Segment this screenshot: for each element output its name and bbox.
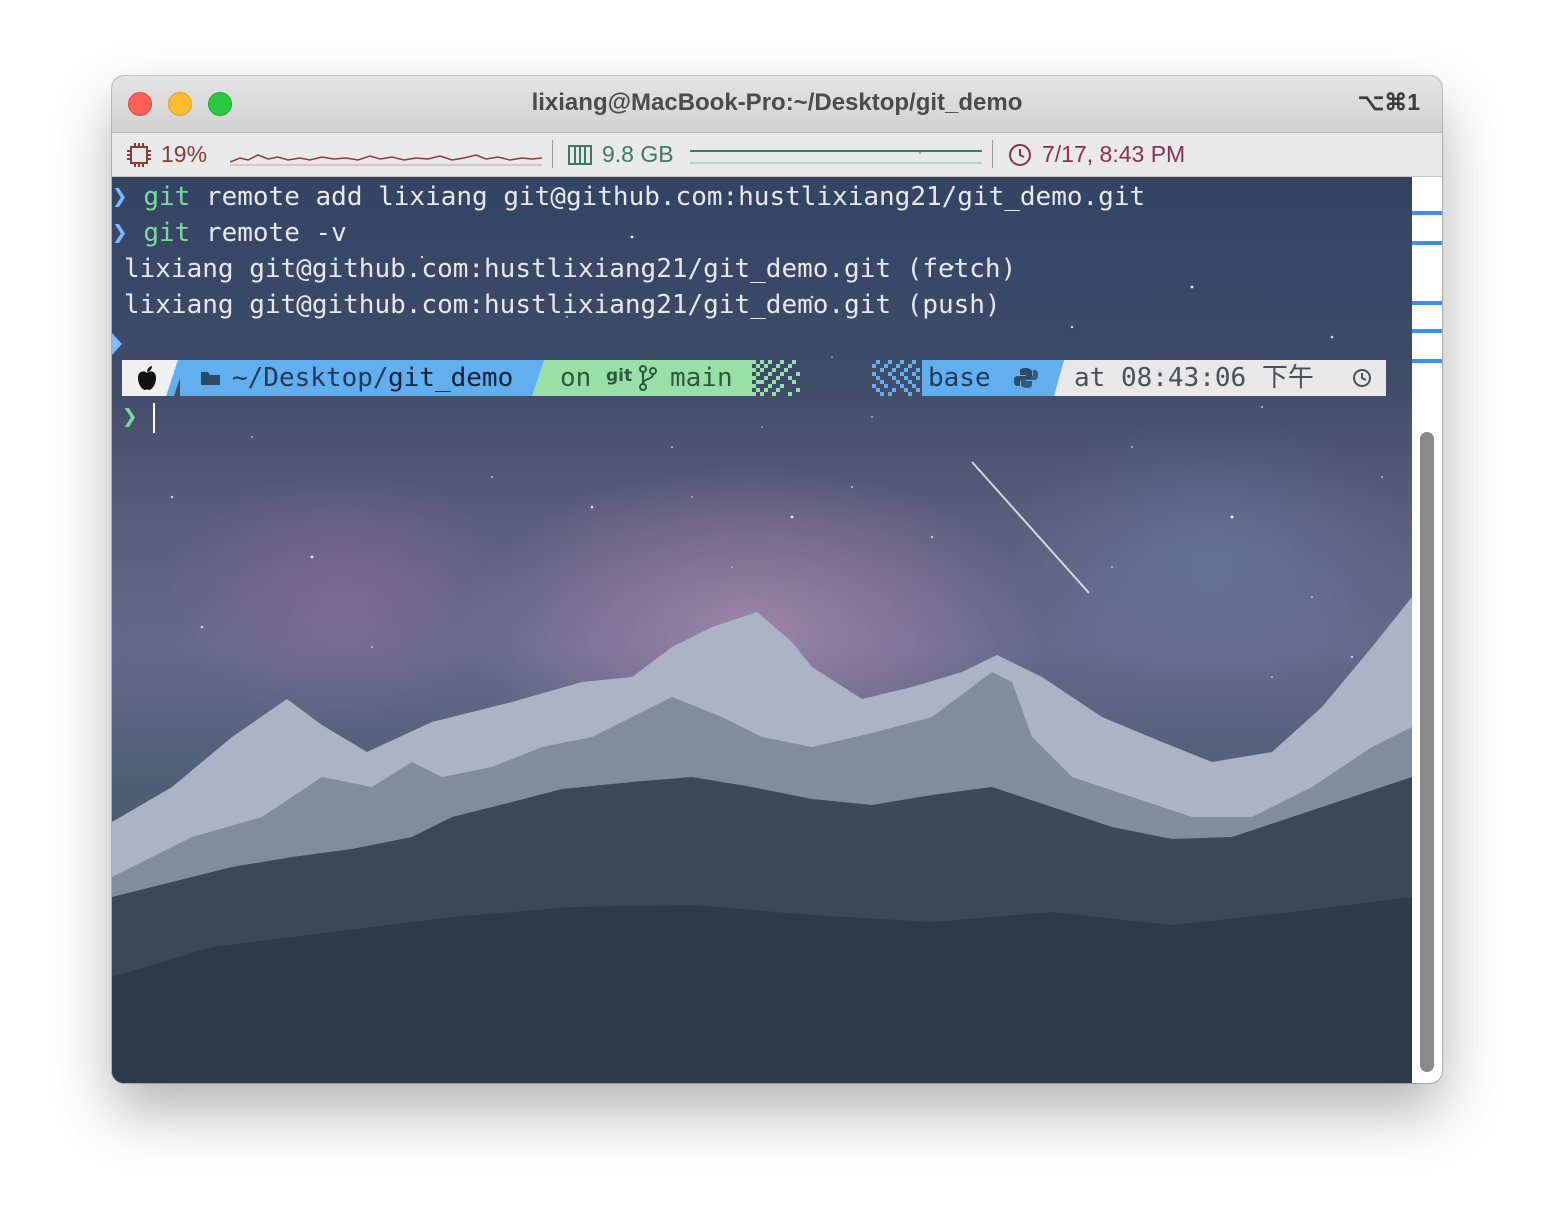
text-cursor	[153, 403, 155, 433]
terminal-content[interactable]: ❯ git remote add lixiang git@github.com:…	[112, 177, 1412, 1083]
terminal-line: ❯ git remote -v	[112, 215, 347, 251]
clock-icon	[1353, 369, 1371, 387]
path-current-dir: git_demo	[388, 363, 514, 393]
python-icon	[1014, 368, 1038, 388]
scroll-marker	[1412, 301, 1442, 305]
memory-usage: 9.8 GB	[602, 141, 674, 167]
branch-icon	[639, 365, 657, 391]
terminal-output-line: lixiang git@github.com:hustlixiang21/git…	[124, 254, 1017, 284]
prompt-separator-icon	[112, 333, 122, 355]
scrollbar-thumb[interactable]	[1420, 432, 1434, 1072]
title-bar[interactable]: lixiang@MacBook-Pro:~/Desktop/git_demo ⌥…	[112, 76, 1442, 133]
window-title: lixiang@MacBook-Pro:~/Desktop/git_demo	[531, 89, 1023, 116]
vcs-on-label: on	[560, 363, 592, 393]
prompt-symbol: ❯	[112, 218, 128, 248]
git-branch: main	[670, 363, 733, 393]
dither-divider	[872, 360, 920, 396]
status-bar: 19% 9.8 GB 7/17, 8:43 PM	[112, 133, 1442, 177]
apple-icon	[138, 366, 156, 390]
cpu-graph	[230, 154, 542, 166]
prompt-time: at 08:43:06 下午	[1074, 363, 1314, 393]
command-args: remote add lixiang git@github.com:hustli…	[190, 182, 1146, 212]
status-divider	[552, 140, 553, 168]
path-segment: ~/Desktop/git_demo	[180, 360, 540, 396]
prompt-symbol: ❯	[112, 182, 128, 212]
cpu-usage: 19%	[161, 141, 208, 167]
command-name: git	[143, 182, 191, 212]
command-args: remote -v	[190, 218, 347, 248]
command-name: git	[143, 218, 191, 248]
segment-divider	[532, 360, 554, 396]
input-line[interactable]: ❯	[122, 399, 138, 435]
git-icon: git	[606, 366, 633, 386]
input-prompt-symbol: ❯	[122, 402, 138, 432]
scroll-marker	[1412, 359, 1442, 363]
scrollbar[interactable]	[1412, 177, 1442, 1083]
terminal-output-line: lixiang git@github.com:hustlixiang21/git…	[124, 290, 1001, 320]
path-prefix: ~/Desktop/	[232, 363, 389, 393]
segment-divider	[1044, 360, 1066, 396]
git-segment: on git main	[552, 360, 752, 396]
memory-icon	[568, 145, 592, 165]
status-divider	[992, 140, 993, 168]
scroll-marker	[1412, 241, 1442, 245]
powerline-prompt: ~/Desktop/git_demo on git main base at 0…	[122, 360, 1386, 396]
conda-env-name: base	[928, 363, 991, 393]
status-datetime: 7/17, 8:43 PM	[1042, 141, 1186, 167]
folder-icon	[201, 372, 220, 385]
conda-env-segment: base	[922, 360, 1054, 396]
terminal-window: lixiang@MacBook-Pro:~/Desktop/git_demo ⌥…	[112, 76, 1442, 1083]
memory-graph	[690, 150, 982, 164]
window-shortcut: ⌥⌘1	[1357, 89, 1420, 115]
terminal-line: ❯ git remote add lixiang git@github.com:…	[112, 179, 1145, 215]
scroll-marker	[1412, 329, 1442, 333]
time-segment: at 08:43:06 下午	[1064, 360, 1386, 396]
shooting-star	[971, 461, 1090, 594]
scroll-marker	[1412, 211, 1442, 215]
cpu-icon	[127, 143, 151, 167]
dither-divider	[752, 360, 800, 396]
clock-icon	[1009, 144, 1031, 166]
